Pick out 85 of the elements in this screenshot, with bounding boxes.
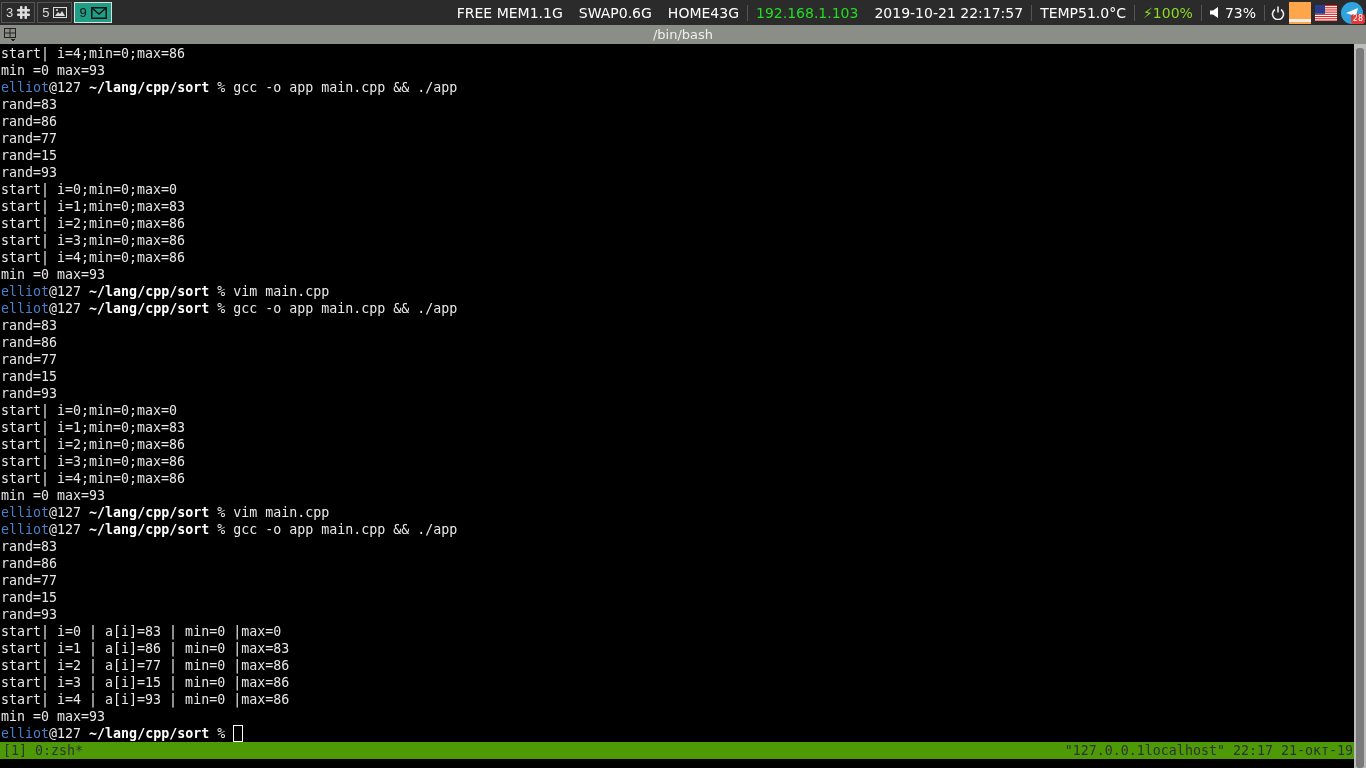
window-icon[interactable] <box>1289 1 1311 24</box>
command-text: % vim main.cpp <box>217 284 330 299</box>
power-icon[interactable] <box>1271 5 1285 20</box>
prompt-path: ~/lang/cpp/sort <box>89 80 210 95</box>
output-line: min =0 max=93 <box>0 62 107 79</box>
notification-badge: 28 <box>1350 13 1365 24</box>
prompt-host: @127 <box>49 726 82 741</box>
output-line: start| i=3;min=0;max=86 <box>0 232 187 249</box>
prompt-user: elliot <box>1 284 50 299</box>
command-text: % gcc -o app main.cpp && ./app <box>217 80 458 95</box>
status-text: 2019-10-21 22:17:57 <box>874 4 1024 21</box>
mail-icon <box>90 6 107 19</box>
prompt-user: elliot <box>1 301 50 316</box>
speaker-icon <box>1209 7 1219 18</box>
output-line: rand=83 <box>0 538 59 555</box>
output-line: start| i=2;min=0;max=86 <box>0 215 187 232</box>
flag-icon[interactable] <box>1315 4 1337 21</box>
output-line: min =0 max=93 <box>0 266 107 283</box>
output-line: rand=86 <box>0 555 59 572</box>
scrollbar-thumb[interactable] <box>1356 48 1364 768</box>
prompt-user: elliot <box>1 726 50 741</box>
prompt-path: ~/lang/cpp/sort <box>89 726 210 741</box>
workspace-button[interactable]: 9 <box>74 2 112 23</box>
output-line: rand=15 <box>0 589 59 606</box>
status-text: HOME43G <box>667 4 739 21</box>
prompt-host: @127 <box>49 80 82 95</box>
output-line: min =0 max=93 <box>0 708 107 725</box>
output-line: start| i=3;min=0;max=86 <box>0 453 187 470</box>
window-tab[interactable]: 0:zsh* <box>35 743 84 758</box>
prompt-path: ~/lang/cpp/sort <box>89 284 210 299</box>
workspace-button[interactable]: 3 <box>1 2 36 23</box>
command-text: % <box>217 726 226 741</box>
output-line: start| i=2;min=0;max=86 <box>0 436 187 453</box>
prompt-user: elliot <box>1 522 50 537</box>
prompt-user: elliot <box>1 505 50 520</box>
hash-icon <box>17 6 31 19</box>
output-line: start| i=1;min=0;max=83 <box>0 419 187 436</box>
output-line: start| i=4;min=0;max=86 <box>0 470 187 487</box>
volume-level: 73% <box>1224 4 1256 21</box>
window-title: /bin/bash <box>651 27 715 42</box>
status-text: SWAP0.6G <box>578 4 652 21</box>
output-line: rand=93 <box>0 164 59 181</box>
output-line: rand=93 <box>0 606 59 623</box>
output-line: rand=93 <box>0 385 59 402</box>
output-line: rand=77 <box>0 351 59 368</box>
output-line: start| i=3 | a[i]=15 | min=0 |max=86 <box>0 674 291 691</box>
prompt-path: ~/lang/cpp/sort <box>89 522 210 537</box>
output-line: rand=86 <box>0 334 59 351</box>
command-text: % gcc -o app main.cpp && ./app <box>217 301 458 316</box>
command-text: % vim main.cpp <box>217 505 330 520</box>
output-line: start| i=4;min=0;max=86 <box>0 45 187 62</box>
image-icon <box>53 7 68 18</box>
prompt-host: @127 <box>49 522 82 537</box>
host-clock-text: "127.0.0.1localhost" 22:17 21-окт-19 <box>1064 742 1353 759</box>
output-line: rand=77 <box>0 572 59 589</box>
workspace-button[interactable]: 5 <box>37 2 73 23</box>
output-line: start| i=4 | a[i]=93 | min=0 |max=86 <box>0 691 291 708</box>
status-text: 192.168.1.103 <box>756 4 859 21</box>
output-line: min =0 max=93 <box>0 487 107 504</box>
status-text: FREE MEM1.1G <box>456 4 563 21</box>
output-line: rand=77 <box>0 130 59 147</box>
prompt-host: @127 <box>49 505 82 520</box>
output-line: rand=83 <box>0 96 59 113</box>
prompt-path: ~/lang/cpp/sort <box>89 301 210 316</box>
output-line: start| i=0;min=0;max=0 <box>0 402 179 419</box>
output-line: start| i=0;min=0;max=0 <box>0 181 179 198</box>
output-line: start| i=2 | a[i]=77 | min=0 |max=86 <box>0 657 291 674</box>
output-line: rand=15 <box>0 368 59 385</box>
prompt-host: @127 <box>49 301 82 316</box>
status-text: ⚡100% <box>1143 4 1193 21</box>
output-line: rand=83 <box>0 317 59 334</box>
session-name: [1] <box>3 743 28 758</box>
output-line: start| i=1 | a[i]=86 | min=0 |max=83 <box>0 640 291 657</box>
output-line: rand=86 <box>0 113 59 130</box>
output-line: start| i=4;min=0;max=86 <box>0 249 187 266</box>
prompt-host: @127 <box>49 284 82 299</box>
output-line: start| i=1;min=0;max=83 <box>0 198 187 215</box>
layout-icon[interactable] <box>4 28 16 41</box>
output-line: rand=15 <box>0 147 59 164</box>
status-text: TEMP51.0°C <box>1040 4 1126 21</box>
prompt-user: elliot <box>1 80 50 95</box>
command-text: % gcc -o app main.cpp && ./app <box>217 522 458 537</box>
scrollbar[interactable] <box>1354 44 1366 768</box>
prompt-path: ~/lang/cpp/sort <box>89 505 210 520</box>
output-line: start| i=0 | a[i]=83 | min=0 |max=0 <box>0 623 283 640</box>
